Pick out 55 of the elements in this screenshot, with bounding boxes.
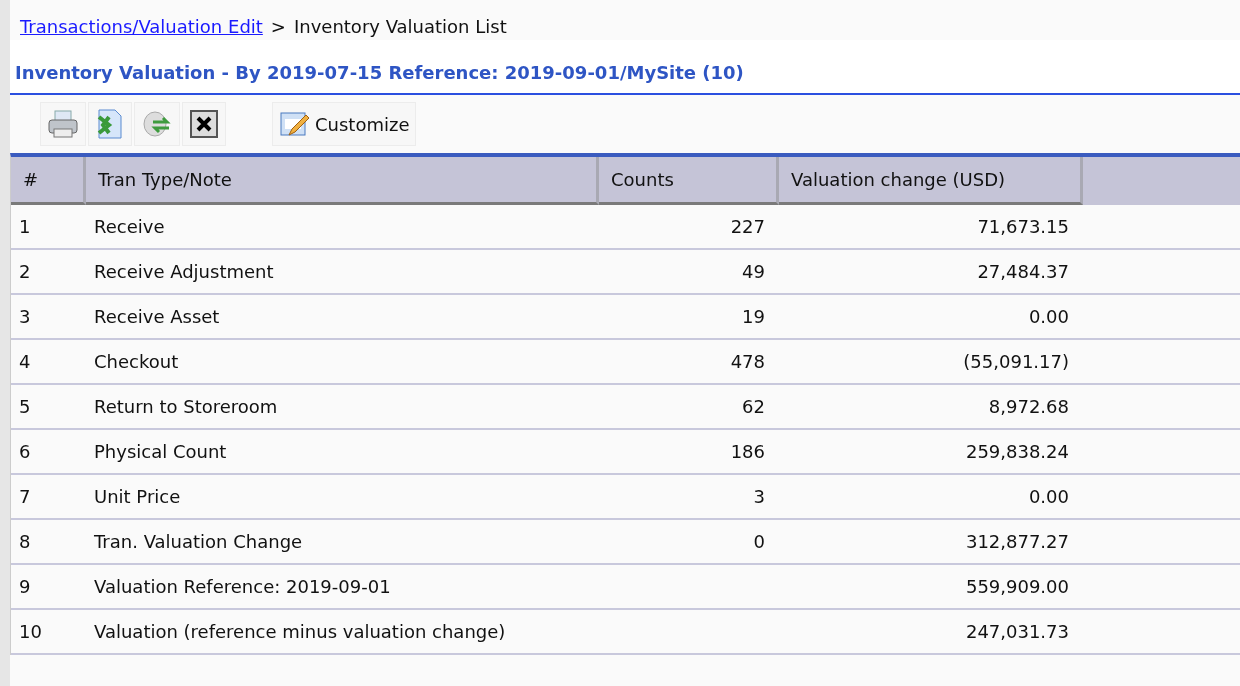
table-cell-text: 3	[18, 306, 32, 327]
close-button[interactable]	[182, 102, 226, 146]
table-cell-text: 5	[18, 396, 32, 417]
column-header[interactable]: Tran Type/Note	[86, 157, 599, 205]
export-button[interactable]	[88, 102, 132, 146]
table-cell-text: 227	[729, 216, 766, 237]
table-cell-text: 4	[18, 351, 32, 372]
breadcrumb-separator: >	[270, 15, 286, 37]
table-cell-text: 247,031.73	[964, 621, 1070, 642]
print-button[interactable]	[40, 102, 86, 146]
table-cell-text: 0.00	[1027, 486, 1070, 507]
printer-icon	[47, 109, 79, 139]
column-header[interactable]: #	[11, 157, 86, 205]
table-cell-text: (55,091.17)	[962, 351, 1070, 372]
table-cell-text: 1	[18, 216, 32, 237]
edit-form-icon	[279, 109, 309, 139]
table-cell-text: 19	[741, 306, 766, 327]
table-cell-text: 8	[18, 531, 32, 552]
breadcrumb-current: Inventory Valuation List	[293, 15, 507, 37]
column-header[interactable]: Counts	[599, 157, 779, 205]
table-cell-text: 7	[18, 486, 32, 507]
table-cell-text: Tran. Valuation Change	[93, 531, 304, 552]
table-cell-text: Checkout	[93, 351, 180, 372]
table-cell-text: 71,673.15	[976, 216, 1070, 237]
table-cell-text: 27,484.37	[976, 261, 1070, 282]
table-cell-text: Receive	[93, 216, 166, 237]
table-cell-text: 0	[752, 531, 766, 552]
table-cell-text: 478	[729, 351, 766, 372]
page-title: Inventory Valuation - By 2019-07-15 Reference: 2019-09-01/MySite (10)	[10, 40, 1240, 95]
table-cell-text: 6	[18, 441, 32, 462]
table-cell-text: 8,972.68	[987, 396, 1070, 417]
table-cell-text: Receive Asset	[93, 306, 221, 327]
table-cell-text: 62	[741, 396, 766, 417]
spreadsheet-icon	[95, 108, 125, 140]
table-cell-text: Receive Adjustment	[93, 261, 275, 282]
table-cell-text: 259,838.24	[964, 441, 1070, 462]
table-cell-text: Valuation (reference minus valuation change)	[93, 621, 507, 642]
refresh-icon	[141, 108, 173, 140]
table-cell-text: Unit Price	[93, 486, 182, 507]
table-cell-text: 559,909.00	[964, 576, 1070, 597]
table-cell-text: 9	[18, 576, 32, 597]
table-cell-text: Return to Storeroom	[93, 396, 279, 417]
table-cell-text: Valuation Reference: 2019-09-01	[93, 576, 392, 597]
table-cell-text: 3	[752, 486, 766, 507]
customize-button[interactable]: Customize	[272, 102, 417, 146]
table-cell-text: 49	[741, 261, 766, 282]
table-cell-text: 312,877.27	[964, 531, 1070, 552]
table-cell-text: 10	[18, 621, 43, 642]
table-cell-text: Physical Count	[93, 441, 228, 462]
column-header[interactable]: Valuation change (USD)	[779, 157, 1083, 205]
table-cell-text: 2	[18, 261, 32, 282]
close-icon	[189, 109, 219, 139]
table-cell-text: 186	[729, 441, 766, 462]
breadcrumb-link[interactable]: Transactions/Valuation Edit	[20, 15, 263, 37]
table-cell-text: 0.00	[1027, 306, 1070, 327]
